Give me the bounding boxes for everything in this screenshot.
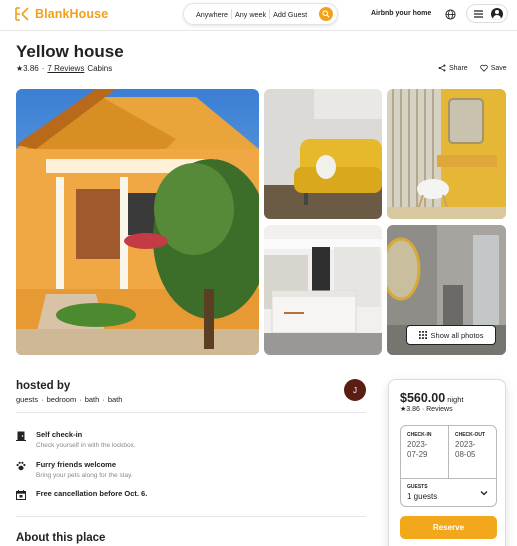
show-all-photos-button[interactable]: Show all photos <box>406 325 496 345</box>
listing-title: Yellow house <box>16 42 124 61</box>
host-avatar[interactable]: J <box>344 379 366 401</box>
card-rating: ★3.86 · Reviews <box>400 406 453 413</box>
listing-actions: Share Save <box>438 64 507 72</box>
feature-subtitle: Check yourself in with the lockbox. <box>36 442 136 449</box>
feature-pets: Furry friends welcome Bring your pets al… <box>16 460 133 479</box>
checkout-field[interactable]: CHECK-OUT 2023- 08-05 <box>449 426 497 478</box>
globe-icon[interactable] <box>445 9 456 20</box>
search-when[interactable]: Any week <box>232 10 269 19</box>
host-your-home-link[interactable]: Airbnb your home <box>371 10 431 17</box>
reviews-link[interactable]: 7 Reviews <box>47 64 84 73</box>
price: $560.00 night <box>400 391 463 405</box>
brand-logo[interactable]: BlankHouse <box>14 6 108 22</box>
price-unit: night <box>447 395 464 404</box>
fact-bath: bath <box>107 395 123 404</box>
paw-icon <box>16 461 26 471</box>
checkout-label: CHECK-OUT <box>455 432 485 438</box>
feature-subtitle: Bring your pets along for the stay. <box>36 472 133 479</box>
brand-name: BlankHouse <box>35 7 109 21</box>
guests-select[interactable]: GUESTS 1 guests <box>401 478 496 506</box>
search-icon <box>322 10 330 18</box>
fact-bedroom: bedroom <box>46 395 77 404</box>
user-avatar-icon <box>491 7 503 20</box>
search-where[interactable]: Anywhere <box>193 10 231 19</box>
reserve-button[interactable]: Reserve <box>400 516 497 539</box>
checkin-value: 2023- 07-29 <box>407 440 428 459</box>
category: Cabins <box>87 64 113 73</box>
door-icon <box>16 431 26 441</box>
booking-card: $560.00 night ★3.86 · Reviews CHECK-IN 2… <box>388 379 506 546</box>
photo-yellow-sofa[interactable] <box>264 89 382 219</box>
fact-bath: bath <box>84 395 100 404</box>
heart-icon <box>479 64 488 72</box>
booking-inputs: CHECK-IN 2023- 07-29 CHECK-OUT 2023- 08-05… <box>400 425 497 507</box>
search-who[interactable]: Add Guest <box>270 10 310 19</box>
section-divider <box>16 412 366 413</box>
listing-facts: guests · bedroom · bath · bath <box>16 395 122 404</box>
hosted-by-heading: hosted by <box>16 380 71 392</box>
meta-separator: · <box>41 64 45 73</box>
share-icon <box>438 64 446 72</box>
fact-separator: · <box>102 395 105 404</box>
rating: ★3.86 <box>16 64 39 73</box>
hamburger-icon <box>474 9 483 18</box>
chevron-down-icon <box>480 491 488 496</box>
top-nav: BlankHouse Anywhere Any week Add Guest A… <box>0 0 517 31</box>
photo-yellow-house-exterior[interactable] <box>16 89 259 355</box>
save-button[interactable]: Save <box>479 64 507 72</box>
photo-modern-kitchen[interactable] <box>264 225 382 355</box>
feature-title: Free cancellation before Oct. 6. <box>36 489 148 498</box>
share-label: Share <box>449 64 468 72</box>
search-bar[interactable]: Anywhere Any week Add Guest <box>183 3 338 25</box>
checkin-field[interactable]: CHECK-IN 2023- 07-29 <box>401 426 449 478</box>
logo-icon <box>15 7 29 21</box>
search-button[interactable] <box>319 7 333 21</box>
feature-title: Furry friends welcome <box>36 460 117 469</box>
show-all-label: Show all photos <box>430 330 484 340</box>
checkout-value: 2023- 08-05 <box>455 440 476 459</box>
photo-vanity-room[interactable] <box>387 89 506 219</box>
price-value: $560.00 <box>400 391 446 405</box>
share-button[interactable]: Share <box>438 64 468 72</box>
calendar-icon <box>16 490 26 500</box>
user-menu-button[interactable] <box>466 4 508 23</box>
checkin-label: CHECK-IN <box>407 432 432 438</box>
fact-guests: guests <box>16 395 39 404</box>
feature-self-checkin: Self check-in Check yourself in with the… <box>16 430 136 449</box>
save-label: Save <box>490 64 507 72</box>
feature-free-cancellation: Free cancellation before Oct. 6. <box>16 489 147 500</box>
feature-title: Self check-in <box>36 430 83 439</box>
grid-icon <box>418 331 427 339</box>
listing-meta: ★3.86 · 7 Reviews Cabins <box>16 64 112 73</box>
section-divider <box>16 516 366 517</box>
fact-separator: · <box>79 395 82 404</box>
about-heading: About this place <box>16 532 106 544</box>
fact-separator: · <box>41 395 44 404</box>
